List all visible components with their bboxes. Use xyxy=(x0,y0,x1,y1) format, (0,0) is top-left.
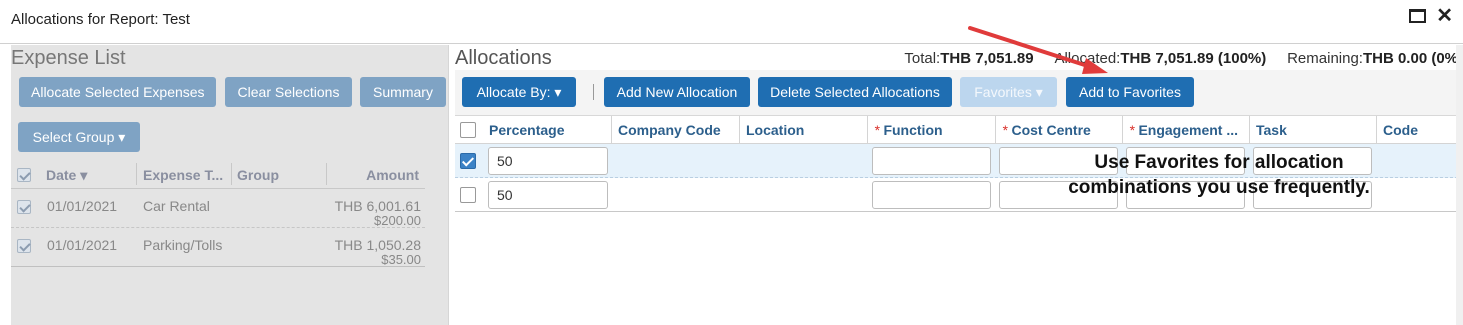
expense-row-checkbox[interactable] xyxy=(17,200,31,214)
task-column-header[interactable]: Task xyxy=(1249,116,1376,144)
summary-button[interactable]: Summary xyxy=(360,77,446,107)
function-input[interactable] xyxy=(872,147,991,175)
expense-amount-usd: $35.00 xyxy=(381,252,421,267)
favorites-button[interactable]: Favorites ▾ xyxy=(960,77,1057,107)
add-new-allocation-button[interactable]: Add New Allocation xyxy=(604,77,750,107)
expense-amount-usd: $200.00 xyxy=(374,213,421,228)
percentage-column-header[interactable]: Percentage xyxy=(483,116,611,144)
allocations-toolbar: Allocate By: ▾ Add New Allocation Delete… xyxy=(455,70,1463,116)
total-value: THB 7,051.89 xyxy=(940,50,1034,67)
expense-amount: THB 1,050.28 xyxy=(334,237,421,253)
maximize-icon[interactable] xyxy=(1409,9,1427,23)
allocate-selected-expenses-button[interactable]: Allocate Selected Expenses xyxy=(19,77,216,107)
amount-column-header[interactable]: Amount xyxy=(366,167,419,183)
expense-row[interactable]: 01/01/2021 Car Rental THB 6,001.61 $200.… xyxy=(11,189,425,228)
remaining-label: Remaining: xyxy=(1287,50,1363,67)
dialog-titlebar: Allocations for Report: Test ✕ xyxy=(0,0,1463,44)
allocation-row-checkbox[interactable] xyxy=(460,187,476,203)
remaining-value: THB 0.00 (0%) xyxy=(1362,50,1463,67)
cost-centre-column-header[interactable]: * Cost Centre xyxy=(995,116,1122,144)
expense-table: Date ▾ Expense T... Group Amount 01/01/2… xyxy=(11,161,425,267)
toolbar-separator xyxy=(593,84,594,100)
allocation-row-checkbox[interactable] xyxy=(460,153,476,169)
total-label: Total: xyxy=(904,50,941,67)
select-group-button[interactable]: Select Group ▾ xyxy=(18,122,140,152)
percentage-input[interactable]: 50 xyxy=(488,181,608,209)
code-column-header[interactable]: Code xyxy=(1376,116,1463,144)
function-input[interactable] xyxy=(872,181,991,209)
allocation-totals: Total:THB 7,051.89 Allocated:THB 7,051.8… xyxy=(904,50,1463,67)
allocations-table-header: Percentage Company Code Location * Functi… xyxy=(455,116,1463,144)
expense-row[interactable]: 01/01/2021 Parking/Tolls THB 1,050.28 $3… xyxy=(11,228,425,267)
expense-type-column-header[interactable]: Expense T... xyxy=(143,167,223,183)
allocations-title: Allocations xyxy=(455,47,552,69)
close-icon[interactable]: ✕ xyxy=(1436,6,1453,26)
date-column-header[interactable]: Date ▾ xyxy=(46,167,87,184)
expense-date: 01/01/2021 xyxy=(47,237,118,253)
window-controls: ✕ xyxy=(1409,6,1453,26)
vertical-scrollbar[interactable] xyxy=(1456,45,1463,325)
select-all-allocations-checkbox[interactable] xyxy=(460,122,476,138)
clear-selections-button[interactable]: Clear Selections xyxy=(225,77,352,107)
allocated-value: THB 7,051.89 (100%) xyxy=(1120,50,1267,67)
dialog-title: Allocations for Report: Test xyxy=(11,11,190,28)
percentage-input[interactable]: 50 xyxy=(488,147,608,175)
expense-type: Parking/Tolls xyxy=(143,237,223,253)
select-all-checkbox[interactable] xyxy=(17,168,31,182)
expense-table-header: Date ▾ Expense T... Group Amount xyxy=(11,161,425,189)
callout-line-2: combinations you use frequently. xyxy=(1068,177,1370,198)
company-code-column-header[interactable]: Company Code xyxy=(611,116,739,144)
allocate-by-button[interactable]: Allocate By: ▾ xyxy=(462,77,576,107)
expense-row-checkbox[interactable] xyxy=(17,239,31,253)
favorites-callout: Use Favorites for allocation combination… xyxy=(1040,150,1398,200)
group-column-header[interactable]: Group xyxy=(237,167,279,183)
location-column-header[interactable]: Location xyxy=(739,116,867,144)
expense-list-panel: Expense List Allocate Selected Expenses … xyxy=(11,45,448,325)
expense-type: Car Rental xyxy=(143,198,210,214)
expense-list-title: Expense List xyxy=(11,47,126,69)
engagement-column-header[interactable]: * Engagement ... xyxy=(1122,116,1249,144)
allocated-label: Allocated: xyxy=(1054,50,1121,67)
add-to-favorites-button[interactable]: Add to Favorites xyxy=(1066,77,1194,107)
panel-divider[interactable] xyxy=(448,45,455,325)
expense-date: 01/01/2021 xyxy=(47,198,118,214)
delete-selected-allocations-button[interactable]: Delete Selected Allocations xyxy=(758,77,952,107)
function-column-header[interactable]: * Function xyxy=(867,116,995,144)
callout-line-1: Use Favorites for allocation xyxy=(1094,152,1344,173)
expense-amount: THB 6,001.61 xyxy=(334,198,421,214)
